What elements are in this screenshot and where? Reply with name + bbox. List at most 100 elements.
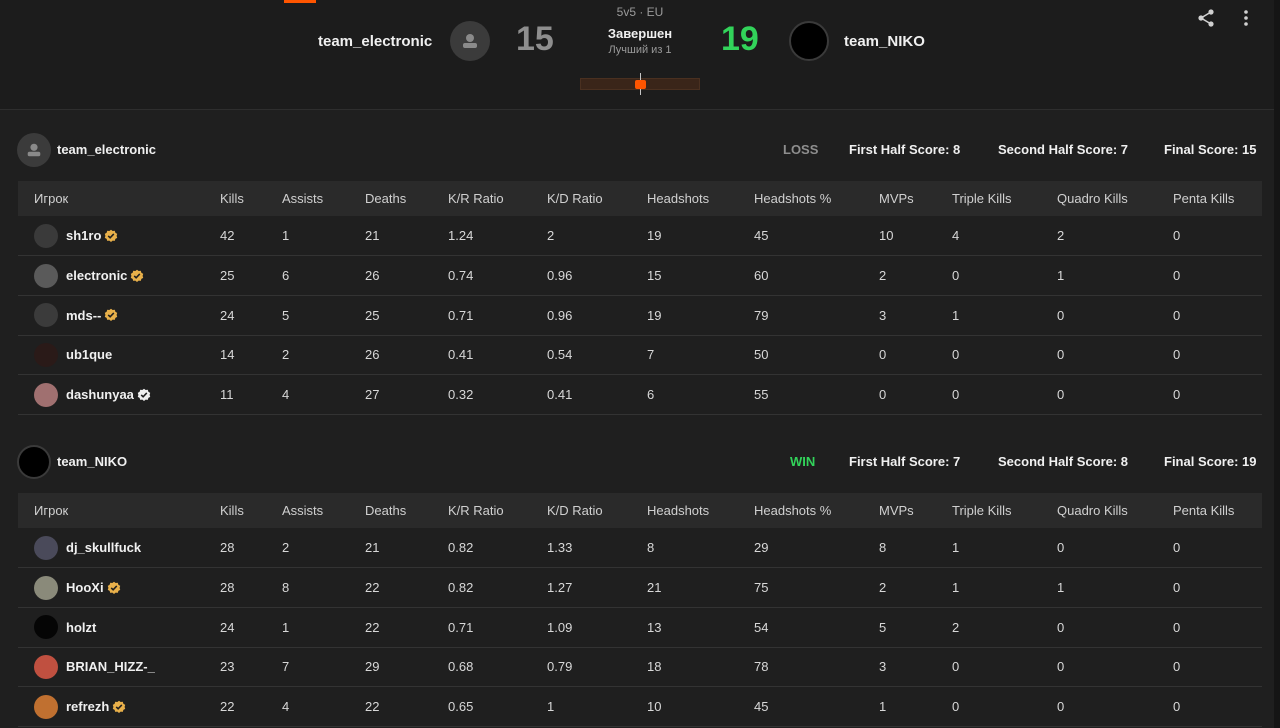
player-row[interactable]: holzt 24 1 22 0.71 1.09 13 54 5 2 0 0 bbox=[18, 607, 1262, 648]
stat-cell: 0 bbox=[1173, 699, 1181, 715]
player-row[interactable]: mds-- 24 5 25 0.71 0.96 19 79 3 1 0 0 bbox=[18, 295, 1262, 336]
player-name[interactable]: electronic bbox=[66, 268, 127, 283]
stat-cell: 1 bbox=[282, 619, 290, 635]
column-header[interactable]: Kills bbox=[204, 181, 266, 216]
player-name[interactable]: dashunyaa bbox=[66, 387, 134, 402]
stat-cell: 1 bbox=[952, 307, 960, 323]
player-row[interactable]: refrezh 22 4 22 0.65 1 10 45 1 0 0 0 bbox=[18, 686, 1262, 727]
team1-name[interactable]: team_electronic bbox=[318, 33, 432, 50]
player-avatar[interactable] bbox=[34, 575, 58, 600]
player-name[interactable]: mds-- bbox=[66, 308, 101, 323]
player-row[interactable]: dashunyaa 11 4 27 0.32 0.41 6 55 0 0 0 0 bbox=[18, 374, 1262, 415]
column-header[interactable]: Игрок bbox=[18, 181, 204, 216]
player-name[interactable]: BRIAN_HIZZ-_ bbox=[66, 659, 155, 674]
player-row[interactable]: ub1que 14 2 26 0.41 0.54 7 50 0 0 0 0 bbox=[18, 335, 1262, 375]
player-cell[interactable]: holzt bbox=[18, 607, 204, 647]
column-header[interactable]: MVPs bbox=[863, 493, 936, 528]
player-row[interactable]: BRIAN_HIZZ-_ 23 7 29 0.68 0.79 18 78 3 0 0 0 bbox=[18, 647, 1262, 687]
column-header[interactable]: Headshots bbox=[631, 493, 738, 528]
column-header[interactable]: Kills bbox=[204, 493, 266, 528]
player-avatar[interactable] bbox=[34, 535, 58, 560]
player-info[interactable]: refrezh bbox=[34, 694, 204, 719]
player-row[interactable]: sh1ro 42 1 21 1.24 2 19 45 10 4 2 0 bbox=[18, 216, 1262, 256]
column-header[interactable]: Quadro Kills bbox=[1041, 493, 1157, 528]
team2-name[interactable]: team_NIKO bbox=[844, 33, 925, 50]
player-info[interactable]: HooXi bbox=[34, 575, 204, 600]
player-avatar[interactable] bbox=[34, 303, 58, 328]
player-cell[interactable]: sh1ro bbox=[18, 216, 204, 256]
column-header[interactable]: Penta Kills bbox=[1157, 181, 1262, 216]
team-avatar[interactable] bbox=[17, 133, 51, 167]
team2-avatar[interactable] bbox=[789, 21, 829, 61]
player-info[interactable]: BRIAN_HIZZ-_ bbox=[34, 654, 204, 679]
player-info[interactable]: electronic bbox=[34, 263, 204, 288]
player-avatar[interactable] bbox=[34, 342, 58, 367]
share-button[interactable] bbox=[1194, 6, 1218, 30]
stat-cell: 0 bbox=[1173, 659, 1181, 675]
player-name[interactable]: refrezh bbox=[66, 699, 109, 714]
scrollbar-track[interactable] bbox=[1274, 0, 1280, 728]
player-cell[interactable]: BRIAN_HIZZ-_ bbox=[18, 647, 204, 687]
team-name[interactable]: team_electronic bbox=[57, 142, 156, 157]
column-header[interactable]: K/D Ratio bbox=[531, 493, 631, 528]
player-info[interactable]: holzt bbox=[34, 615, 204, 640]
column-header[interactable]: Deaths bbox=[349, 493, 432, 528]
column-header[interactable]: Assists bbox=[266, 493, 349, 528]
column-header[interactable]: MVPs bbox=[863, 181, 936, 216]
player-info[interactable]: ub1que bbox=[34, 342, 204, 367]
player-row[interactable]: HooXi 28 8 22 0.82 1.27 21 75 2 1 1 0 bbox=[18, 567, 1262, 608]
player-name[interactable]: holzt bbox=[66, 620, 96, 635]
stat-cell: 2 bbox=[282, 347, 290, 363]
table-header-row: Игрок Kills Assists Deaths K/R Ratio K/D Rati… bbox=[18, 493, 1262, 528]
column-header[interactable]: Headshots bbox=[631, 181, 738, 216]
player-cell[interactable]: refrezh bbox=[18, 687, 204, 727]
column-header[interactable]: Игрок bbox=[18, 493, 204, 528]
stat-cell: 1 bbox=[1057, 268, 1065, 284]
column-header[interactable]: K/R Ratio bbox=[432, 493, 531, 528]
team-avatar[interactable] bbox=[17, 445, 51, 479]
player-cell[interactable]: mds-- bbox=[18, 295, 204, 335]
player-avatar[interactable] bbox=[34, 615, 58, 640]
column-header[interactable]: Deaths bbox=[349, 181, 432, 216]
player-row[interactable]: dj_skullfuck 28 2 21 0.82 1.33 8 29 8 1 0 0 bbox=[18, 528, 1262, 568]
player-avatar[interactable] bbox=[34, 694, 58, 719]
match-status: Завершен bbox=[607, 26, 673, 41]
player-avatar[interactable] bbox=[34, 382, 58, 407]
stat-cell: 0.71 bbox=[448, 619, 474, 635]
stat-cell: 0.32 bbox=[448, 387, 474, 403]
player-name[interactable]: dj_skullfuck bbox=[66, 540, 141, 555]
team-name[interactable]: team_NIKO bbox=[57, 454, 127, 469]
player-cell[interactable]: electronic bbox=[18, 256, 204, 296]
stat-cell: 79 bbox=[754, 307, 769, 323]
column-header[interactable]: Penta Kills bbox=[1157, 493, 1262, 528]
team1-avatar[interactable] bbox=[450, 21, 490, 61]
column-header[interactable]: K/D Ratio bbox=[531, 181, 631, 216]
column-header[interactable]: Triple Kills bbox=[936, 493, 1041, 528]
stat-cell: 21 bbox=[647, 580, 662, 596]
player-avatar[interactable] bbox=[34, 223, 58, 248]
player-name[interactable]: HooXi bbox=[66, 580, 104, 595]
player-row[interactable]: electronic 25 6 26 0.74 0.96 15 60 2 0 1 0 bbox=[18, 255, 1262, 296]
column-header[interactable]: K/R Ratio bbox=[432, 181, 531, 216]
player-info[interactable]: dashunyaa bbox=[34, 382, 204, 407]
player-name[interactable]: sh1ro bbox=[66, 228, 101, 243]
player-cell[interactable]: HooXi bbox=[18, 568, 204, 608]
player-avatar[interactable] bbox=[34, 654, 58, 679]
column-header[interactable]: Assists bbox=[266, 181, 349, 216]
player-avatar[interactable] bbox=[34, 263, 58, 288]
player-cell[interactable]: ub1que bbox=[18, 335, 204, 375]
stat-cell: 1 bbox=[879, 699, 887, 715]
player-name[interactable]: ub1que bbox=[66, 347, 112, 362]
stat-cell: 75 bbox=[754, 580, 769, 596]
player-info[interactable]: mds-- bbox=[34, 303, 204, 328]
column-header[interactable]: Quadro Kills bbox=[1041, 181, 1157, 216]
column-header[interactable]: Headshots % bbox=[738, 181, 863, 216]
more-options-button[interactable] bbox=[1234, 6, 1258, 30]
player-cell[interactable]: dashunyaa bbox=[18, 375, 204, 415]
player-cell[interactable]: dj_skullfuck bbox=[18, 528, 204, 568]
player-info[interactable]: sh1ro bbox=[34, 223, 204, 248]
column-header[interactable]: Headshots % bbox=[738, 493, 863, 528]
column-header[interactable]: Triple Kills bbox=[936, 181, 1041, 216]
player-info[interactable]: dj_skullfuck bbox=[34, 535, 204, 560]
stat-cell: 0 bbox=[1057, 659, 1065, 675]
